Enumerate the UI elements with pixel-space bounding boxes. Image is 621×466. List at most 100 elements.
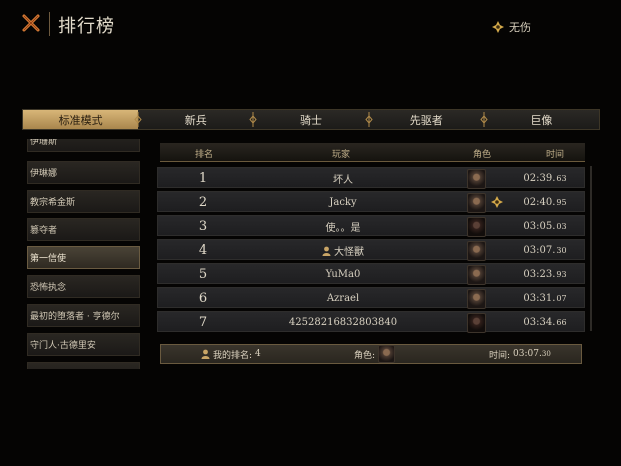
player-cell: YuMa0 [268, 264, 418, 285]
header-hero: 角色 [473, 150, 492, 160]
sidebar-item-boss[interactable]: 伊珊斯 [27, 139, 140, 152]
tab-standard[interactable]: 标准模式 [23, 110, 139, 129]
time-value: 02:39. [523, 173, 556, 184]
tab-label: 骑士 [300, 113, 322, 127]
close-button[interactable] [18, 10, 44, 36]
table-row[interactable]: 4 大怪獸 03:07. 30 [157, 239, 585, 261]
time-ms: 95 [556, 198, 567, 207]
tab-pioneer[interactable]: 先驱者 [369, 110, 484, 129]
time-cell: 03:31. 07 [510, 288, 580, 309]
hero-portrait-icon [466, 168, 486, 189]
player-cell: Jacky [268, 192, 418, 213]
player-name: 使。。是 [325, 223, 361, 234]
time-cell: 03:05. 03 [510, 216, 580, 237]
player-name: Azrael [326, 293, 360, 304]
boss-list[interactable]: 伊珊斯 伊琳娜 教宗希金斯 篡夺者 第一信使 恐怖执念 最初的堕落者 · 亨德尔… [27, 139, 140, 369]
player-name: YuMa0 [325, 269, 361, 280]
time-value: 02:40. [523, 197, 556, 208]
player-cell: 使。。是 [268, 216, 418, 237]
user-icon [322, 246, 331, 256]
hero-cell [464, 240, 488, 261]
time-ms: 93 [556, 270, 567, 279]
hero-label: 角色: [354, 350, 376, 361]
hero-cell [464, 216, 488, 237]
sidebar-item-label: 篡夺者 [30, 226, 58, 236]
time-value: 03:07. [523, 245, 556, 256]
table-scrollbar[interactable] [590, 166, 592, 331]
time-cell: 03:07. 30 [510, 240, 580, 261]
header-rank: 排名 [195, 150, 214, 160]
time-cell: 02:39. 63 [510, 168, 580, 189]
status-label: 无伤 [509, 21, 531, 34]
sidebar-item-boss[interactable] [27, 362, 140, 369]
time-cell: 03:34. 66 [510, 312, 580, 333]
page-title: 排行榜 [58, 16, 115, 37]
sidebar-item-boss[interactable]: 最初的堕落者 · 亨德尔 [27, 304, 140, 327]
tab-label: 标准模式 [58, 113, 103, 127]
sidebar-item-boss[interactable]: 守门人·古德里安 [27, 333, 140, 356]
sidebar-item-boss-selected[interactable]: 第一信使 [27, 246, 140, 269]
time-ms: 30 [541, 350, 551, 358]
time-cell: 03:23. 93 [510, 264, 580, 285]
user-icon [201, 349, 210, 359]
rank-cell: 7 [198, 315, 208, 330]
sidebar-item-label: 最初的堕落者 · 亨德尔 [30, 312, 120, 322]
tab-colossus[interactable]: 巨像 [484, 110, 599, 129]
sidebar-item-label: 守门人·古德里安 [30, 341, 96, 351]
sidebar-item-label: 教宗希金斯 [30, 198, 76, 208]
time-value: 03:31. [523, 293, 556, 304]
hero-cell [464, 264, 488, 285]
time-ms: 30 [556, 246, 567, 255]
close-x-icon [22, 14, 40, 32]
diamond-emblem-icon [492, 21, 504, 33]
title-divider [49, 12, 50, 36]
table-row[interactable]: 1 坏人 02:39. 63 [157, 167, 585, 189]
header-player: 玩家 [332, 150, 351, 160]
time-value: 03:05. [523, 221, 556, 232]
rank-cell: 1 [198, 171, 208, 186]
player-name: 坏人 [333, 175, 353, 186]
hero-portrait-dark-icon [466, 312, 486, 333]
tab-recruit[interactable]: 新兵 [138, 110, 253, 129]
table-row[interactable]: 7 42528216832803840 03:34. 66 [157, 311, 585, 333]
tab-divider-ornament [365, 112, 373, 127]
time-cell: 02:40. 95 [510, 192, 580, 213]
tab-label: 新兵 [184, 113, 207, 127]
player-name: 42528216832803840 [288, 317, 398, 328]
sidebar-item-boss[interactable]: 恐怖执念 [27, 275, 140, 298]
table-row[interactable]: 6 Azrael 03:31. 07 [157, 287, 585, 309]
sidebar-item-label: 伊珊斯 [30, 139, 58, 147]
sidebar-item-boss[interactable]: 教宗希金斯 [27, 190, 140, 213]
rank-cell: 3 [198, 219, 208, 234]
table-row[interactable]: 3 使。。是 03:05. 03 [157, 215, 585, 237]
no-damage-badge-icon [491, 196, 503, 208]
hero-cell [464, 312, 488, 333]
rank-cell: 4 [198, 243, 208, 258]
tab-divider-ornament [249, 112, 257, 127]
table-row[interactable]: 5 YuMa0 03:23. 93 [157, 263, 585, 285]
sidebar-item-boss[interactable]: 篡夺者 [27, 218, 140, 241]
player-name: Jacky [329, 197, 357, 208]
sidebar-item-boss[interactable]: 伊琳娜 [27, 161, 140, 184]
table-row[interactable]: 2 Jacky 02:40. 95 [157, 191, 585, 213]
hero-portrait-icon [378, 345, 396, 363]
hero-cell [464, 192, 488, 213]
tab-divider-ornament [134, 112, 142, 127]
rank-cell: 6 [198, 291, 208, 306]
rank-cell: 2 [198, 195, 208, 210]
sidebar-item-label: 第一信使 [30, 254, 67, 264]
my-hero: 角色: [354, 345, 396, 363]
table-header: 排名 玩家 角色 时间 [160, 143, 585, 162]
player-cell: 大怪獸 [268, 240, 418, 261]
hero-portrait-icon [466, 288, 486, 309]
hero-portrait-icon [466, 240, 486, 261]
sidebar-item-label: 恐怖执念 [30, 283, 67, 293]
player-cell: 42528216832803840 [268, 312, 418, 333]
time-label: 时间: [489, 350, 511, 361]
player-cell: 坏人 [268, 168, 418, 189]
tab-divider-ornament [480, 112, 488, 127]
player-cell: Azrael [268, 288, 418, 309]
time-ms: 07 [556, 294, 567, 303]
tab-label: 巨像 [530, 113, 553, 127]
tab-knight[interactable]: 骑士 [253, 110, 368, 129]
